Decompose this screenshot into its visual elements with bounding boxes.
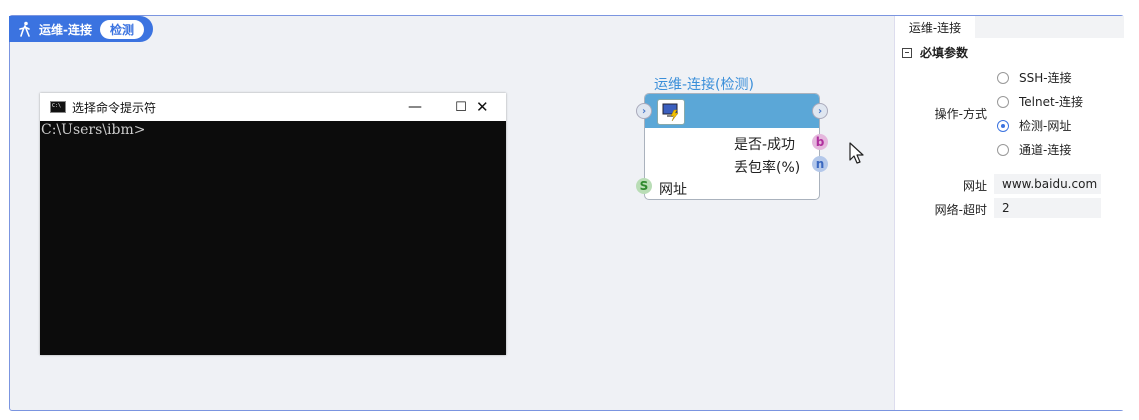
- output-port-packet-loss[interactable]: n: [812, 156, 828, 172]
- input-label-url: 网址: [659, 182, 687, 198]
- properties-panel: 运维-连接 必填参数 操作-方式 SSH-连接 Telnet-连接 检测-网址 …: [894, 16, 1124, 410]
- node-input-arrow-icon[interactable]: ›: [636, 103, 652, 119]
- node-header[interactable]: [645, 94, 819, 128]
- console-titlebar[interactable]: 选择命令提示符 — ☐: [40, 93, 506, 121]
- monitor-icon: [657, 99, 685, 125]
- input-port-url[interactable]: S: [636, 178, 652, 194]
- node-output-arrow-icon[interactable]: ›: [812, 103, 828, 119]
- workflow-title: 运维-连接: [39, 22, 92, 37]
- operation-label: 操作-方式: [934, 107, 987, 121]
- console-title: 选择命令提示符: [72, 100, 157, 115]
- walk-icon: [19, 21, 30, 37]
- console-prompt[interactable]: C:\Users\ibm>: [40, 121, 506, 139]
- url-label: 网址: [962, 179, 987, 193]
- required-params-section[interactable]: 必填参数: [902, 44, 968, 61]
- node-title: 运维-连接(检测): [654, 77, 754, 93]
- tab-connection[interactable]: 运维-连接: [895, 16, 975, 38]
- mode-badge[interactable]: 检测: [99, 19, 144, 39]
- workflow-tag[interactable]: 运维-连接 检测: [9, 16, 153, 42]
- timeout-label: 网络-超时: [934, 203, 987, 217]
- timeout-field[interactable]: 2: [994, 198, 1101, 218]
- collapse-icon[interactable]: [902, 47, 912, 58]
- output-label-success: 是否-成功: [734, 137, 796, 153]
- console-app-icon: [50, 101, 66, 113]
- radio-check-url[interactable]: 检测-网址: [997, 117, 1071, 134]
- radio-telnet[interactable]: Telnet-连接: [997, 93, 1083, 110]
- minimize-button[interactable]: —: [392, 93, 438, 121]
- output-label-packet-loss: 丢包率(%): [734, 160, 801, 176]
- radio-ssh[interactable]: SSH-连接: [997, 69, 1072, 86]
- cursor-icon: [849, 142, 864, 164]
- url-field[interactable]: www.baidu.com: [994, 174, 1101, 194]
- section-title: 必填参数: [920, 46, 969, 60]
- close-icon[interactable]: ✕: [476, 98, 489, 116]
- output-port-success[interactable]: b: [812, 134, 828, 150]
- panel-tabstrip: 运维-连接: [895, 16, 1124, 38]
- radio-tunnel[interactable]: 通道-连接: [997, 141, 1071, 158]
- console-window[interactable]: 选择命令提示符 — ☐ C:\Users\ibm>: [40, 93, 506, 355]
